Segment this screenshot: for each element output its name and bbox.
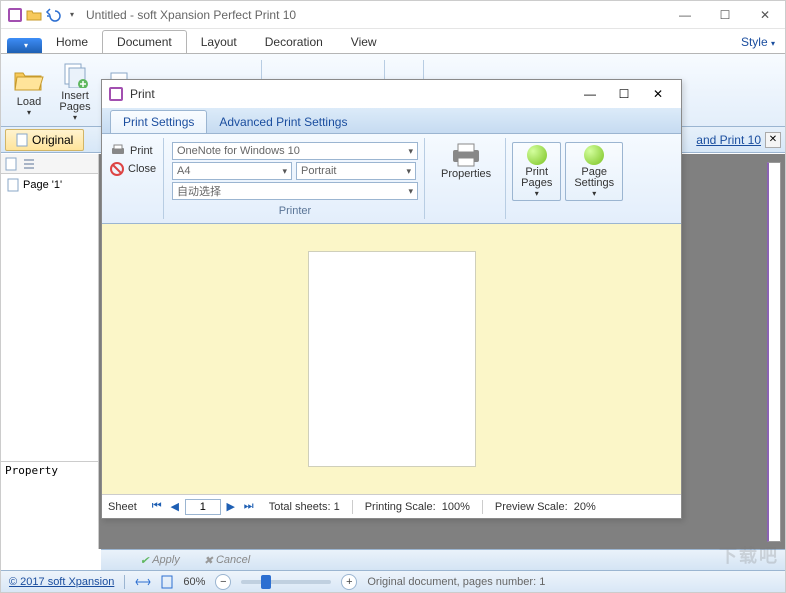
tab-home[interactable]: Home: [42, 31, 102, 53]
orb-icon: [527, 145, 547, 165]
pages-panel: Page '1' Property: [1, 154, 99, 549]
zoom-out-button[interactable]: −: [215, 574, 231, 590]
style-dropdown[interactable]: Style ▾: [737, 31, 785, 53]
print-button[interactable]: Print: [110, 144, 157, 158]
tab-advanced-print-settings[interactable]: Advanced Print Settings: [207, 111, 359, 133]
maximize-button[interactable]: ☐: [705, 1, 745, 29]
apply-bar: ✔Apply ✖Cancel: [101, 549, 785, 570]
guide-link[interactable]: and Print 10: [696, 133, 761, 147]
file-tab[interactable]: ▾: [7, 38, 42, 53]
tab-view[interactable]: View: [337, 31, 391, 53]
title-bar: ▾ Untitled - soft Xpansion Perfect Print…: [1, 1, 785, 29]
pages-icon: [59, 59, 91, 91]
page-settings-button[interactable]: Page Settings▾: [565, 142, 623, 201]
window-title: Untitled - soft Xpansion Perfect Print 1…: [86, 8, 665, 22]
status-bar: © 2017 soft Xpansion 60% − + Original do…: [1, 570, 785, 592]
printer-small-icon: [110, 144, 126, 158]
quick-access-toolbar: ▾: [1, 7, 86, 23]
undo-icon[interactable]: [45, 7, 61, 23]
window-controls: — ☐ ✕: [665, 1, 785, 29]
sheet-label: Sheet: [108, 501, 137, 513]
printer-big-icon: [450, 142, 482, 168]
tab-decoration[interactable]: Decoration: [251, 31, 337, 53]
preview-sheet: [308, 251, 476, 467]
tab-print-settings[interactable]: Print Settings: [110, 110, 207, 133]
next-sheet-button[interactable]: ▶: [223, 499, 239, 515]
cancel-button[interactable]: ✖Cancel: [195, 552, 259, 569]
printer-select[interactable]: OneNote for Windows 10: [172, 142, 418, 160]
property-header: Property: [1, 461, 98, 479]
page-small-icon: [16, 133, 28, 147]
zoom-in-button[interactable]: +: [341, 574, 357, 590]
dialog-minimize-button[interactable]: —: [573, 82, 607, 106]
apply-button[interactable]: ✔Apply: [131, 552, 189, 569]
page-preview-edge: [767, 162, 781, 542]
check-icon: ✔: [140, 554, 149, 567]
print-pages-button[interactable]: Print Pages▾: [512, 142, 561, 201]
insert-pages-button[interactable]: Insert Pages▾: [53, 57, 97, 124]
dialog-tab-strip: Print Settings Advanced Print Settings: [102, 108, 681, 134]
close-button[interactable]: ✕: [745, 1, 785, 29]
zoom-slider[interactable]: [241, 580, 331, 584]
cancel-icon: [110, 162, 124, 176]
paper-size-select[interactable]: A4: [172, 162, 292, 180]
close-panel-button[interactable]: ✕: [765, 132, 781, 148]
tray-select[interactable]: 自动选择: [172, 182, 418, 200]
tab-layout[interactable]: Layout: [187, 31, 251, 53]
print-dialog-icon: [108, 86, 124, 102]
dialog-title-bar[interactable]: Print — ☐ ✕: [102, 80, 681, 108]
orb-icon: [584, 145, 604, 165]
sheet-nav: ⏮ ◀ ▶ ⏭: [149, 499, 257, 515]
page-thumb-icon: [7, 178, 19, 192]
qat-dropdown-icon[interactable]: ▾: [64, 7, 80, 23]
zoom-thumb[interactable]: [261, 575, 271, 589]
properties-button[interactable]: Properties: [433, 140, 499, 182]
app-icon: [7, 7, 23, 23]
ribbon-tab-strip: ▾ Home Document Layout Decoration View S…: [1, 29, 785, 53]
orientation-select[interactable]: Portrait: [296, 162, 416, 180]
panel-page-icon[interactable]: [5, 157, 17, 171]
original-tab-button[interactable]: Original: [5, 129, 84, 151]
sheet-number-input[interactable]: [185, 499, 221, 515]
x-icon: ✖: [204, 554, 213, 567]
minimize-button[interactable]: —: [665, 1, 705, 29]
fit-page-icon[interactable]: [161, 575, 173, 589]
close-print-button[interactable]: Close: [110, 162, 157, 176]
dialog-maximize-button[interactable]: ☐: [607, 82, 641, 106]
dialog-close-button[interactable]: ✕: [641, 82, 675, 106]
zoom-percent[interactable]: 60%: [183, 576, 205, 588]
status-info: Original document, pages number: 1: [367, 576, 545, 588]
dialog-ribbon: Print Close OneNote for Windows 10 A4 Po…: [102, 134, 681, 224]
dialog-status-bar: Sheet ⏮ ◀ ▶ ⏭ Total sheets: 1 Printing S…: [102, 494, 681, 518]
print-dialog: Print — ☐ ✕ Print Settings Advanced Prin…: [101, 79, 682, 519]
tab-document[interactable]: Document: [102, 30, 187, 53]
last-sheet-button[interactable]: ⏭: [241, 499, 257, 515]
first-sheet-button[interactable]: ⏮: [149, 499, 165, 515]
prev-sheet-button[interactable]: ◀: [167, 499, 183, 515]
pages-panel-tabs: [1, 154, 98, 174]
print-preview-area: [102, 224, 681, 494]
panel-list-icon[interactable]: [23, 158, 35, 170]
open-icon[interactable]: [26, 7, 42, 23]
load-button[interactable]: Load▾: [7, 62, 51, 119]
printer-group-label: Printer: [172, 205, 418, 217]
folder-open-icon: [13, 64, 45, 96]
fit-width-icon[interactable]: [135, 576, 151, 588]
copyright-link[interactable]: © 2017 soft Xpansion: [9, 576, 114, 588]
page-tree-item[interactable]: Page '1': [1, 174, 98, 196]
